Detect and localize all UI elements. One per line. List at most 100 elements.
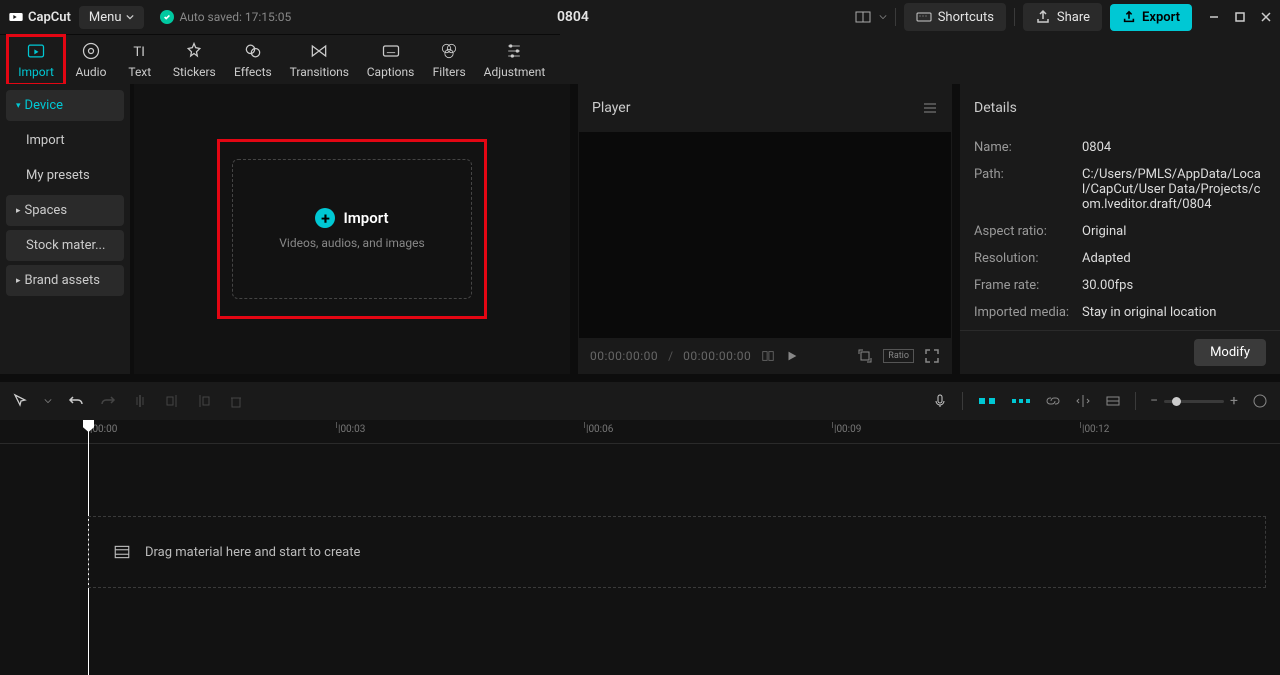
shortcuts-button[interactable]: Shortcuts [904, 3, 1006, 31]
magnet-track-icon[interactable] [1011, 394, 1031, 408]
delete-icon[interactable] [228, 393, 244, 409]
minimize-icon[interactable] [1208, 11, 1220, 23]
details-panel: Details Name:0804 Path:C:/Users/PMLS/App… [960, 84, 1280, 374]
captions-icon [381, 41, 401, 61]
fit-icon[interactable] [1252, 393, 1268, 409]
tab-effects[interactable]: Effects [225, 37, 281, 83]
magnet-main-icon[interactable] [977, 394, 997, 408]
share-icon [1035, 9, 1051, 25]
trim-left-icon[interactable] [164, 393, 180, 409]
ruler-tick: |00:09 [834, 424, 861, 435]
audio-icon [81, 41, 101, 61]
sidebar-item-device[interactable]: ▾Device [6, 90, 124, 121]
close-icon[interactable] [1260, 11, 1272, 23]
export-icon [1122, 10, 1136, 24]
ruler-tick: |00:12 [1082, 424, 1109, 435]
tab-transitions[interactable]: Transitions [281, 37, 358, 83]
layout-icon[interactable] [855, 9, 871, 25]
stickers-icon [184, 41, 204, 61]
player-title: Player [592, 100, 630, 116]
tab-captions[interactable]: Captions [358, 37, 424, 83]
detail-value: Stay in original location [1082, 305, 1266, 320]
details-title: Details [974, 100, 1017, 116]
zoom-out-icon[interactable]: − [1150, 393, 1158, 409]
detail-label: Name: [974, 140, 1082, 155]
import-panel: + Import Videos, audios, and images [134, 84, 570, 374]
link-icon[interactable] [1045, 393, 1061, 409]
keyboard-icon [916, 9, 932, 25]
tab-text[interactable]: TI Text [116, 37, 164, 83]
chevron-right-icon: ▸ [16, 206, 21, 216]
tab-adjustment[interactable]: Adjustment [475, 37, 554, 83]
app-name: CapCut [28, 10, 71, 25]
ruler-tick: |00:00 [90, 424, 117, 435]
autosave-status: Auto saved: 17:15:05 [160, 10, 292, 24]
scale-icon[interactable] [857, 348, 873, 364]
app-logo: CapCut [8, 9, 71, 25]
detail-label: Path: [974, 167, 1082, 212]
detail-label: Resolution: [974, 251, 1082, 266]
media-tabs: Import Audio TI Text Stickers Effects Tr… [0, 34, 560, 84]
sidebar-item-import[interactable]: Import [6, 125, 124, 156]
sidebar-item-mypresets[interactable]: My presets [6, 160, 124, 191]
export-button[interactable]: Export [1110, 4, 1192, 31]
ratio-button[interactable]: Ratio [883, 349, 914, 363]
time-total: 00:00:00:00 [683, 349, 751, 363]
sidebar-item-brand[interactable]: ▸Brand assets [6, 265, 124, 296]
tab-import[interactable]: Import [6, 34, 66, 86]
detail-value: Original [1082, 224, 1266, 239]
check-icon [160, 10, 174, 24]
redo-icon[interactable] [100, 393, 116, 409]
import-sidebar: ▾Device Import My presets ▸Spaces Stock … [0, 84, 130, 374]
compare-icon[interactable] [761, 349, 775, 363]
menu-icon[interactable] [922, 100, 938, 116]
tab-stickers[interactable]: Stickers [164, 37, 225, 83]
sidebar-item-stock[interactable]: Stock mater... [6, 230, 124, 261]
media-icon [113, 543, 131, 561]
ruler-tick: |00:06 [586, 424, 613, 435]
fullscreen-icon[interactable] [924, 348, 940, 364]
chevron-down-icon[interactable] [44, 397, 52, 405]
cursor-icon[interactable] [12, 393, 28, 409]
trim-right-icon[interactable] [196, 393, 212, 409]
share-button[interactable]: Share [1023, 3, 1102, 31]
capcut-icon [8, 9, 24, 25]
chevron-down-icon [126, 13, 134, 21]
effects-icon [243, 41, 263, 61]
maximize-icon[interactable] [1234, 11, 1246, 23]
import-dropzone[interactable]: + Import Videos, audios, and images [217, 139, 487, 319]
filters-icon [439, 41, 459, 61]
mic-icon[interactable] [932, 393, 948, 409]
modify-button[interactable]: Modify [1194, 339, 1266, 366]
time-current: 00:00:00:00 [590, 349, 658, 363]
sidebar-item-spaces[interactable]: ▸Spaces [6, 195, 124, 226]
detail-value: 30.00fps [1082, 278, 1266, 293]
align-icon[interactable] [1075, 393, 1091, 409]
player-panel: Player 00:00:00:00 / 00:00:00:00 Ratio [578, 84, 952, 374]
chevron-right-icon: ▸ [16, 276, 21, 286]
timeline-ruler[interactable]: |00:00 |00:03 |00:06 |00:09 |00:12 [0, 420, 1280, 444]
tab-filters[interactable]: Filters [423, 37, 475, 83]
import-subtitle: Videos, audios, and images [279, 236, 424, 250]
project-title: 0804 [299, 9, 847, 25]
timeline[interactable]: |00:00 |00:03 |00:06 |00:09 |00:12 Drag … [0, 420, 1280, 675]
zoom-in-icon[interactable]: + [1230, 393, 1238, 409]
play-icon[interactable] [785, 349, 799, 363]
menu-button[interactable]: Menu [79, 6, 144, 29]
preview-icon[interactable] [1105, 393, 1121, 409]
undo-icon[interactable] [68, 393, 84, 409]
player-viewport[interactable] [579, 132, 951, 338]
timeline-placeholder: Drag material here and start to create [145, 545, 360, 560]
ruler-tick: |00:03 [338, 424, 365, 435]
titlebar-actions: Shortcuts Share Export [855, 3, 1272, 31]
detail-value: 0804 [1082, 140, 1266, 155]
zoom-control[interactable]: − + [1150, 393, 1238, 409]
chevron-down-icon[interactable] [879, 13, 887, 21]
text-icon: TI [130, 41, 150, 61]
tab-audio[interactable]: Audio [66, 37, 116, 83]
transitions-icon [309, 41, 329, 61]
track-dropzone[interactable]: Drag material here and start to create [88, 516, 1266, 588]
chevron-down-icon: ▾ [16, 101, 21, 111]
import-icon [26, 41, 46, 61]
split-icon[interactable] [132, 393, 148, 409]
